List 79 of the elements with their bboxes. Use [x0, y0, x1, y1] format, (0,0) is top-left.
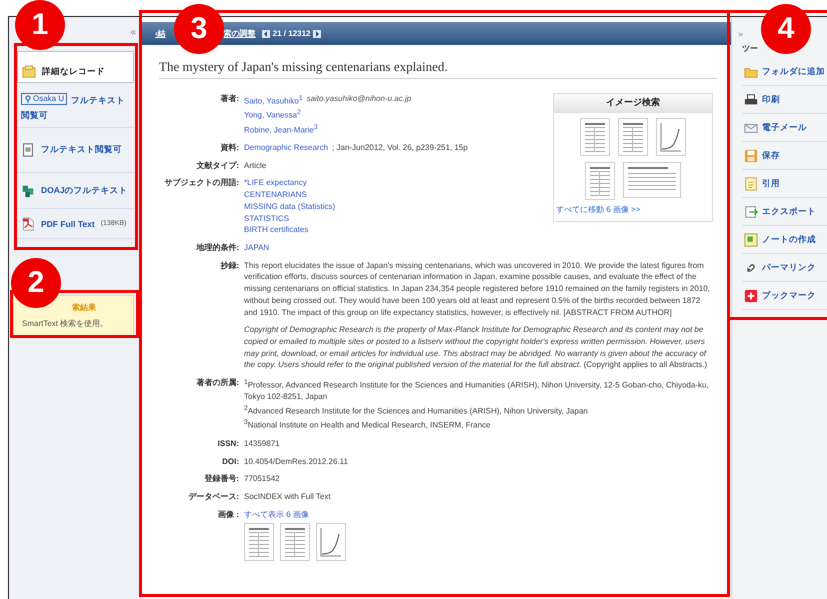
link[interactable]: Demographic Research: [244, 142, 328, 154]
export-icon: [744, 204, 758, 218]
field-value: Article: [244, 160, 266, 172]
field-label: サブジェクトの用語:: [163, 177, 239, 190]
table-thumbnail[interactable]: [585, 162, 615, 200]
table-thumbnail[interactable]: [580, 118, 610, 156]
refine-link[interactable]: 索の調整: [224, 28, 256, 39]
field-label: 著者:: [219, 93, 239, 105]
record-icon: [22, 65, 36, 79]
field-label: 著者の所属:: [195, 377, 239, 390]
field-value: $^{3}$National Institute on Health and Medical Research, INSERM, France: [244, 418, 490, 432]
chart-thumbnail[interactable]: [316, 523, 346, 562]
field-value: SocINDEX with Full Text: [244, 490, 331, 503]
sidebar-link[interactable]: Osaka U フルテキスト閲覧可: [17, 83, 134, 128]
tool-link[interactable]: 引用: [742, 170, 827, 198]
expand-toggle[interactable]: »: [738, 29, 744, 39]
table-thumbnail[interactable]: [280, 523, 310, 562]
tool-link[interactable]: ブックマーク: [742, 282, 827, 310]
link[interactable]: JAPAN: [244, 242, 270, 254]
previous-icon[interactable]: [262, 30, 270, 38]
field-label: 資料:: [219, 142, 239, 154]
field-value: 14359871: [244, 438, 280, 450]
field-value: ; Jan-Jun2012, Vol. 26, p239-251, 15p: [332, 142, 468, 154]
view-all-link[interactable]: すべてに移動 6 画像 >>: [554, 202, 712, 222]
back-link[interactable]: ‹結: [155, 28, 166, 39]
record-counter: 21 / 12312: [272, 29, 310, 38]
panel-title: イメージ検索: [554, 94, 712, 113]
tool-link[interactable]: パーマリンク: [742, 254, 827, 282]
tools-heading: ツー: [742, 43, 759, 54]
field-value: 10.4054/DemRes.2012.26.11: [244, 456, 348, 468]
field-value: $^{1}$Professor, Advanced Research Institute for the Sciences and Humanities (ARISH), Nihon University, 12-5 Goban-cho, Chiyoda-ku, Tokyo 102-8251, Japan: [244, 378, 710, 404]
document-icon: [21, 143, 35, 157]
sidebar-link[interactable]: DOAJのフルテキスト: [17, 173, 134, 209]
field-label: DOI:: [221, 456, 239, 468]
article-title: The mystery of Japan's missing centenarians explained.: [159, 59, 717, 79]
quote-document-icon: [744, 176, 758, 190]
table-thumbnail[interactable]: [244, 523, 274, 562]
tool-link[interactable]: ノートの作成: [742, 226, 827, 254]
field-label: 地理的条件:: [195, 242, 239, 254]
blocks-icon: [21, 184, 35, 198]
paragraph: Copyright of Demographic Research is the property of Max-Planck Institute for Demographic Research and its content may not be copied or emailed to multiple sites or posted to a listserv without the copyright holder's express written permission. However, users may print, download, or email articles for individual use. This abstract may be abridged. No warranty is given about the accuracy of the copy. Users should refer to the original published version of the material for the full abstract. (Copyright applies to all Abstracts.): [244, 324, 708, 372]
field-label: データベース:: [187, 490, 239, 503]
note-icon: [744, 232, 758, 246]
email-text: saito.yasuhiko@nihon-u.ac.jp: [306, 93, 412, 105]
pdf-icon: [21, 216, 35, 230]
notice-text: SmartText 検索を使用。: [22, 318, 110, 329]
link[interactable]: Yong, Vanessa$^{2}$: [244, 107, 301, 122]
link[interactable]: *LIFE expectancy: [244, 177, 307, 190]
sidebar-link[interactable]: 詳細なレコード: [17, 51, 134, 83]
tool-link[interactable]: 保存: [742, 142, 827, 170]
chart-thumbnail[interactable]: [656, 118, 686, 156]
field-label: 抄録:: [219, 260, 239, 272]
tool-link[interactable]: 印刷: [742, 86, 827, 114]
tool-link[interactable]: フォルダに追加: [742, 58, 827, 86]
printer-icon: [744, 92, 758, 106]
next-icon[interactable]: [313, 30, 322, 38]
table-thumbnail[interactable]: [623, 162, 681, 198]
field-label: ISSN:: [216, 438, 239, 450]
table-thumbnail[interactable]: [618, 118, 648, 156]
sidebar-link[interactable]: フルテキスト閲覧可: [17, 128, 134, 173]
field-label: 登録番号:: [203, 473, 239, 485]
paragraph: This report elucidates the issue of Japan's missing centenarians, which was uncovered in 2010. We provide the latest figures from verification efforts, discuss sources of centenarian information in Japan, examine possible causes, and evaluate the effect of the missing centenarians on official statistics. In Japan 234,354 people registered before 1910 remained on the family registers in 2010, without being crossed out. They would have been 100 years old at least and represent 0.5% of the births recorded between 1872 and 1910. The impact of this group on life expectancy statistics, however, is effectively nil. [ABSTRACT FROM AUTHOR]: [244, 260, 711, 318]
field-label: 文献タイプ:: [195, 160, 239, 172]
field-value: 77051542: [244, 473, 280, 485]
link[interactable]: Saito, Yasuhiko$^{1}$: [244, 93, 303, 108]
plus-icon: [744, 288, 758, 302]
link[interactable]: CENTENARIANS: [244, 189, 307, 201]
library-badge: Osaka U: [21, 93, 68, 105]
link[interactable]: STATISTICS: [244, 212, 290, 224]
tool-link[interactable]: エクスポート: [742, 198, 827, 226]
field-value: $^{2}$Advanced Research Institute for the Sciences and Humanities (ARISH), Nihon University, Japan: [244, 404, 588, 418]
field-label: 画像 :: [217, 508, 239, 521]
link[interactable]: すべて表示 6 画像: [244, 508, 309, 520]
collapse-toggle[interactable]: «: [130, 27, 136, 39]
tool-link[interactable]: 電子メール: [742, 114, 827, 142]
link[interactable]: MISSING data (Statistics): [244, 200, 336, 213]
number-marker: 1: [15, 0, 65, 50]
link[interactable]: Robine, Jean-Marie$^{3}$: [244, 122, 318, 136]
link[interactable]: BIRTH certificates: [244, 224, 308, 236]
